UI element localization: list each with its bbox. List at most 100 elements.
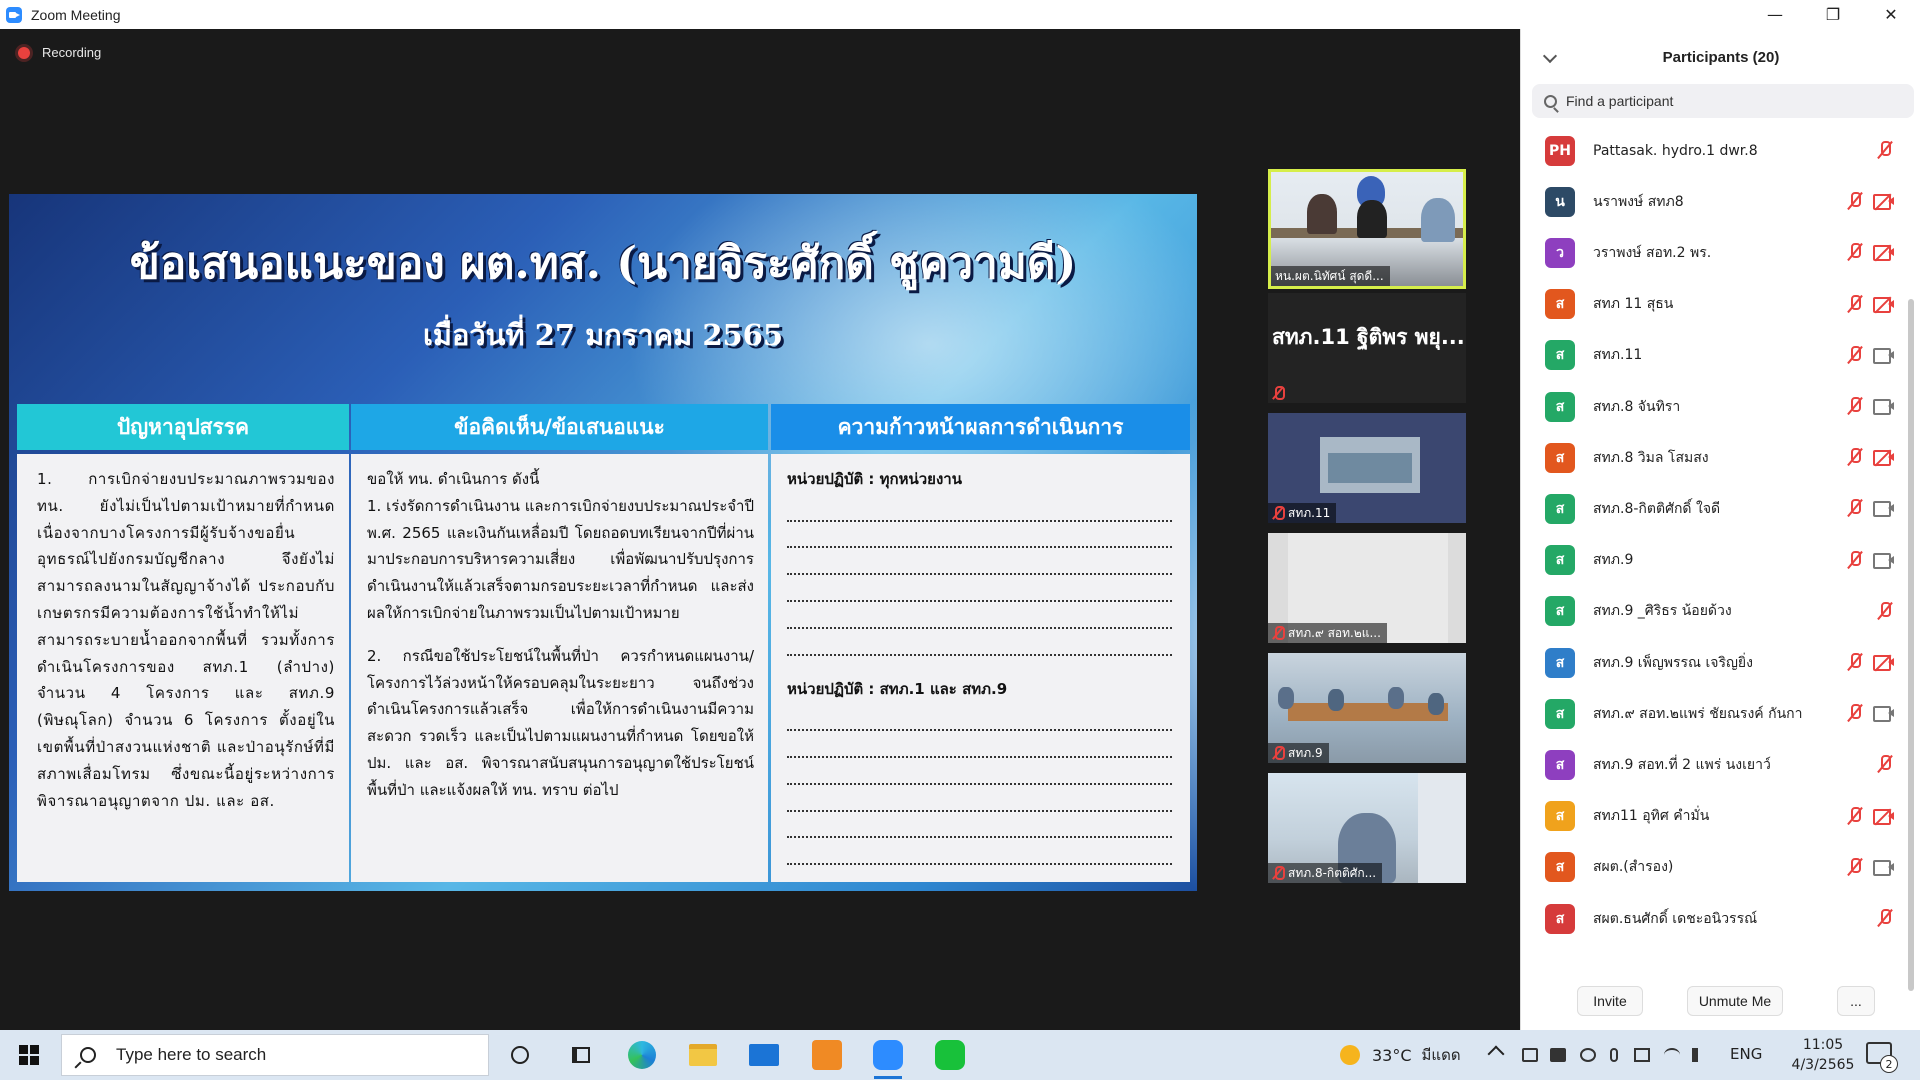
progress-blank-lines-2	[787, 704, 1172, 866]
participant-row[interactable]: ส สทภ 11 สุธน	[1521, 279, 1901, 330]
battery-icon[interactable]	[1550, 1048, 1566, 1062]
mic-muted-icon[interactable]	[1877, 755, 1893, 774]
participant-status-icons	[1831, 586, 1901, 637]
participant-search-input[interactable]	[1566, 93, 1896, 109]
recording-indicator[interactable]: Recording	[18, 45, 101, 60]
mail-icon[interactable]	[744, 1037, 784, 1073]
weather-temperature[interactable]: 33°C	[1372, 1046, 1412, 1065]
volume-icon[interactable]	[1692, 1048, 1708, 1062]
participant-status-icons	[1831, 330, 1901, 381]
wifi-icon[interactable]	[1664, 1048, 1680, 1062]
mic-muted-icon[interactable]	[1847, 448, 1863, 467]
mic-muted-icon[interactable]	[1847, 192, 1863, 211]
close-button[interactable]: ✕	[1862, 0, 1920, 29]
file-explorer-icon[interactable]	[683, 1037, 723, 1073]
participant-row[interactable]: ส สทภ.8-กิตติศักดิ์ ใจดี	[1521, 483, 1901, 534]
video-tile-6[interactable]: สทภ.8-กิตติศัก...	[1268, 773, 1466, 883]
mic-muted-icon[interactable]	[1847, 499, 1863, 518]
invite-button[interactable]: Invite	[1577, 986, 1643, 1016]
video-camera-icon[interactable]	[1873, 399, 1895, 415]
participant-row[interactable]: ส สทภ.11	[1521, 330, 1901, 381]
line-app-icon[interactable]	[930, 1037, 970, 1073]
taskbar-search-box[interactable]: Type here to search	[61, 1034, 489, 1076]
participant-row[interactable]: ส สทภ.๙ สอท.๒แพร่ ชัยณรงค์ กันกา	[1521, 688, 1901, 739]
video-tile-4-label: สทภ.๙ สอท.๒แ...	[1268, 623, 1387, 643]
video-tile-5[interactable]: สทภ.9	[1268, 653, 1466, 763]
maximize-button[interactable]: ❐	[1804, 0, 1862, 29]
participant-row[interactable]: ส สทภ11 อุทิศ คำมั่น	[1521, 791, 1901, 842]
video-off-icon[interactable]	[1873, 296, 1895, 314]
participant-row[interactable]: ส สทภ.8 วิมล โสมสง	[1521, 432, 1901, 483]
video-tile-4[interactable]: สทภ.๙ สอท.๒แ...	[1268, 533, 1466, 643]
weather-condition[interactable]: มีแดด	[1422, 1043, 1461, 1067]
mic-muted-icon[interactable]	[1847, 857, 1863, 877]
participant-avatar: ส	[1545, 852, 1575, 883]
participants-scrollbar[interactable]	[1908, 299, 1914, 991]
video-camera-icon[interactable]	[1873, 552, 1895, 569]
participant-avatar: ส	[1545, 493, 1575, 524]
participant-row[interactable]: น นราพงษ์ สทภ8	[1521, 176, 1901, 227]
mic-muted-icon[interactable]	[1847, 243, 1863, 262]
video-off-icon[interactable]	[1873, 654, 1895, 672]
unmute-me-button[interactable]: Unmute Me	[1687, 986, 1783, 1016]
zoom-taskbar-icon[interactable]	[868, 1037, 908, 1079]
mic-muted-icon[interactable]	[1847, 345, 1863, 365]
mic-muted-icon[interactable]	[1847, 397, 1863, 416]
participant-avatar: ส	[1545, 442, 1575, 473]
display-icon[interactable]	[1634, 1048, 1650, 1062]
microphone-icon[interactable]	[1610, 1048, 1618, 1062]
video-tile-3[interactable]: สทภ.11	[1268, 413, 1466, 523]
video-camera-icon[interactable]	[1873, 501, 1895, 518]
video-camera-icon[interactable]	[1873, 706, 1895, 723]
show-hidden-icons-chevron-icon[interactable]	[1487, 1045, 1505, 1063]
participant-row[interactable]: ส สผต.(สำรอง)	[1521, 842, 1901, 893]
participant-name: สทภ.8 จันทิรา	[1593, 398, 1681, 415]
video-off-icon[interactable]	[1873, 449, 1895, 467]
participants-footer: Invite Unmute Me ...	[1521, 981, 1920, 1021]
video-tile-2[interactable]: สทภ.11 ฐิติพร พยุ...	[1268, 293, 1466, 403]
task-view-icon[interactable]	[561, 1037, 601, 1073]
participant-search	[1532, 84, 1914, 118]
participant-name: สทภ.9	[1593, 552, 1634, 569]
chevron-down-icon[interactable]	[1542, 48, 1558, 64]
participant-row[interactable]: ส สทภ.9	[1521, 535, 1901, 586]
participant-row[interactable]: ว วราพงษ์ สอท.2 พร.	[1521, 227, 1901, 278]
video-camera-icon[interactable]	[1873, 859, 1895, 876]
problems-text: 1. การเบิกจ่ายงบประมาณภาพรวมของ ทน. ยังไ…	[37, 470, 335, 810]
weather-sun-icon[interactable]	[1340, 1045, 1360, 1065]
mic-muted-icon[interactable]	[1847, 806, 1863, 826]
participant-row[interactable]: ส สทภ.9 _ศิริธร น้อยด้วง	[1521, 586, 1901, 637]
participant-row[interactable]: ส สทภ.9 เพ็ญพรรณ เจริญยิ่ง	[1521, 637, 1901, 688]
participant-status-icons	[1831, 227, 1901, 278]
video-off-icon[interactable]	[1873, 808, 1895, 826]
more-options-button[interactable]: ...	[1837, 986, 1875, 1016]
mic-muted-icon[interactable]	[1877, 141, 1893, 160]
meet-now-icon[interactable]	[1522, 1048, 1538, 1062]
minimize-button[interactable]: —	[1746, 0, 1804, 29]
start-button[interactable]	[0, 1030, 58, 1080]
participant-row[interactable]: ส สทภ.9 สอท.ที่ 2 แพร่ นงเยาว์	[1521, 739, 1901, 790]
edge-browser-icon[interactable]	[622, 1037, 662, 1073]
participant-avatar: ส	[1545, 545, 1575, 576]
participant-row[interactable]: ส สผต.ธนศักดิ์ เดชะอนิวรรณ์	[1521, 893, 1901, 944]
mic-muted-icon[interactable]	[1847, 550, 1863, 570]
mic-muted-icon[interactable]	[1877, 909, 1893, 928]
video-camera-icon[interactable]	[1873, 347, 1895, 364]
participant-row[interactable]: ส สทภ.8 จันทิรา	[1521, 381, 1901, 432]
cortana-icon[interactable]	[500, 1037, 540, 1073]
pdf-app-icon[interactable]	[807, 1037, 847, 1073]
antivirus-icon[interactable]	[1580, 1048, 1596, 1062]
video-off-icon[interactable]	[1873, 193, 1895, 211]
participant-status-icons	[1831, 279, 1901, 330]
mic-muted-icon[interactable]	[1847, 704, 1863, 723]
input-language[interactable]: ENG	[1730, 1045, 1762, 1063]
participants-header: Participants (20)	[1521, 29, 1920, 85]
participant-row[interactable]: PH Pattasak. hydro.1 dwr.8	[1521, 125, 1901, 176]
mic-muted-icon[interactable]	[1847, 653, 1863, 672]
video-off-icon[interactable]	[1873, 244, 1895, 262]
mic-muted-icon[interactable]	[1877, 601, 1893, 621]
mic-muted-icon[interactable]	[1847, 294, 1863, 314]
mic-muted-icon	[1272, 386, 1285, 400]
video-tile-1[interactable]: หน.ผต.นิทัศน์ สุดดี...	[1268, 169, 1466, 289]
taskbar-clock[interactable]: 11:05 4/3/2565	[1765, 1035, 1881, 1075]
